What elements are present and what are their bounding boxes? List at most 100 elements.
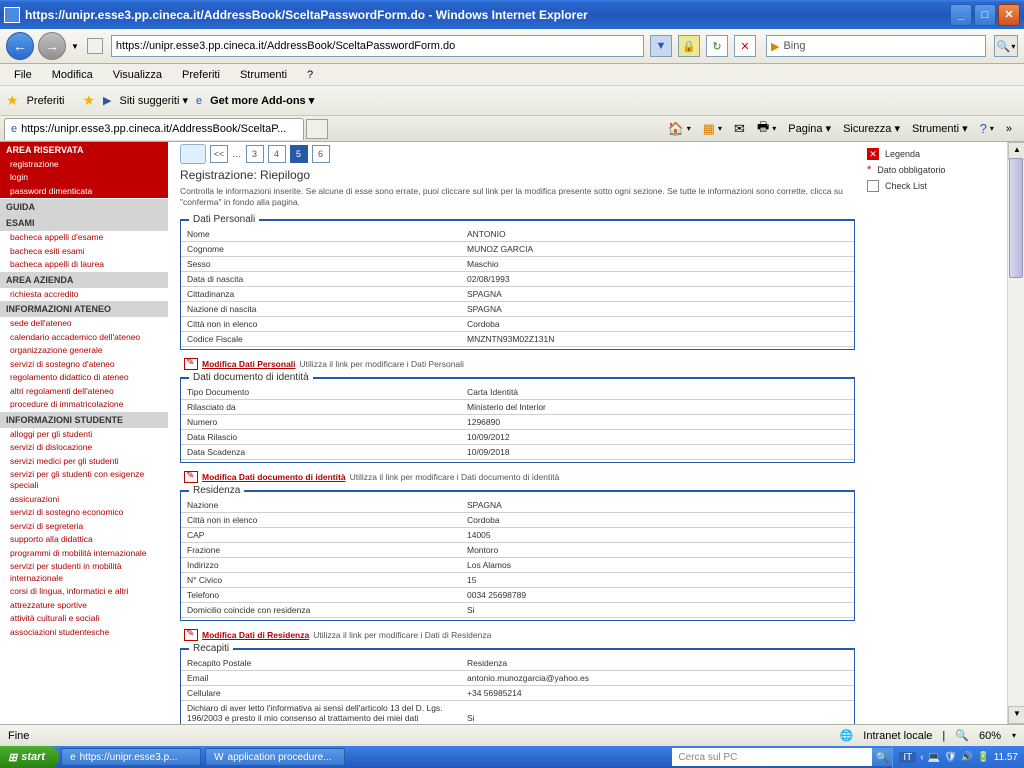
sidebar-item-organizzazione[interactable]: organizzazione generale xyxy=(0,344,168,357)
status-text: Fine xyxy=(8,730,29,742)
sidebar-item-registrazione[interactable]: registrazione xyxy=(0,158,168,171)
sidebar-item-richiesta[interactable]: richiesta accredito xyxy=(0,288,168,301)
browser-tab[interactable]: e https://unipr.esse3.pp.cineca.it/Addre… xyxy=(4,118,304,140)
sidebar-item-sede[interactable]: sede dell'ateneo xyxy=(0,317,168,330)
sidebar-item-bacheca-appelli[interactable]: bacheca appelli d'esame xyxy=(0,231,168,244)
help-button[interactable]: ?▾ xyxy=(980,121,994,136)
taskbar-item-ie[interactable]: ehttps://unipr.esse3.p... xyxy=(61,748,201,766)
link-modifica-personali[interactable]: Modifica Dati Personali xyxy=(202,359,296,369)
tray-arrow-icon[interactable]: ‹ xyxy=(920,752,923,763)
value-nazione-nascita: SPAGNA xyxy=(461,302,854,317)
nav-history-dropdown[interactable]: ▼ xyxy=(71,42,79,51)
overflow-button[interactable]: » xyxy=(1006,123,1012,135)
go-button[interactable]: ▼ xyxy=(650,35,672,57)
wizard-step-6[interactable]: 6 xyxy=(312,145,330,163)
sidebar-item-bacheca-esiti[interactable]: bacheca esiti esami xyxy=(0,245,168,258)
tray-network-icon[interactable]: 💻 xyxy=(928,752,940,763)
mail-button[interactable]: ✉ xyxy=(734,121,745,137)
sidebar-item-mobilita[interactable]: servizi per studenti in mobilità interna… xyxy=(0,560,168,585)
sidebar-head-guida[interactable]: GUIDA xyxy=(0,199,168,215)
menu-visualizza[interactable]: Visualizza xyxy=(103,67,172,83)
forward-button[interactable]: → xyxy=(38,32,66,60)
address-bar[interactable]: https://unipr.esse3.pp.cineca.it/Address… xyxy=(111,35,644,57)
get-addons-link[interactable]: Get more Add-ons ▾ xyxy=(210,94,314,107)
vertical-scrollbar[interactable] xyxy=(1007,142,1024,724)
sidebar-item-regolamento[interactable]: regolamento didattico di ateneo xyxy=(0,371,168,384)
label-sesso: Sesso xyxy=(181,257,461,272)
tray-volume-icon[interactable]: 🔊 xyxy=(961,752,973,763)
sidebar-head-info-ateneo[interactable]: INFORMAZIONI ATENEO xyxy=(0,301,168,317)
sidebar-item-password[interactable]: password dimenticata xyxy=(0,185,168,198)
wizard-step-3[interactable]: 3 xyxy=(246,145,264,163)
sidebar-item-sostegno[interactable]: servizi di sostegno d'ateneo xyxy=(0,358,168,371)
page-menu[interactable]: Pagina ▾ xyxy=(788,122,831,135)
link-modifica-documento[interactable]: Modifica Dati documento di identità xyxy=(202,472,346,482)
sidebar-item-bacheca-laurea[interactable]: bacheca appelli di laurea xyxy=(0,258,168,271)
link-modifica-residenza[interactable]: Modifica Dati di Residenza xyxy=(202,630,309,640)
sidebar-item-sportive[interactable]: attrezzature sportive xyxy=(0,599,168,612)
taskbar-search[interactable]: Cerca sul PC xyxy=(672,748,872,766)
maximize-button[interactable]: □ xyxy=(974,4,996,26)
tray-battery-icon[interactable]: 🔋 xyxy=(977,752,989,763)
sidebar-item-associazioni[interactable]: associazioni studentesche xyxy=(0,626,168,639)
legend-documento: Dati documento di identità xyxy=(189,372,313,383)
safety-menu[interactable]: Sicurezza ▾ xyxy=(843,122,900,135)
zoom-level[interactable]: 60% xyxy=(979,730,1001,742)
sidebar-item-login[interactable]: login xyxy=(0,171,168,184)
fieldset-residenza: Residenza NazioneSPAGNA Città non in ele… xyxy=(180,485,855,621)
wizard-step-prev[interactable]: << xyxy=(210,145,228,163)
home-button[interactable]: 🏠▾ xyxy=(668,121,691,137)
sidebar-head-esami[interactable]: ESAMI xyxy=(0,215,168,231)
sidebar-item-alloggi[interactable]: alloggi per gli studenti xyxy=(0,428,168,441)
taskbar-search-button[interactable]: 🔍 xyxy=(872,748,892,766)
sidebar-item-procedure[interactable]: procedure di immatricolazione xyxy=(0,398,168,411)
sidebar-head-area-azienda[interactable]: AREA AZIENDA xyxy=(0,272,168,288)
wizard-step-4[interactable]: 4 xyxy=(268,145,286,163)
menu-file[interactable]: File xyxy=(4,67,42,83)
feeds-button[interactable]: ▦▾ xyxy=(703,121,722,137)
hint-modifica-residenza: Utilizza il link per modificare i Dati d… xyxy=(313,630,491,640)
favorites-label[interactable]: Preferiti xyxy=(27,95,65,107)
siti-suggeriti-link[interactable]: Siti suggeriti ▾ xyxy=(120,94,189,107)
print-button[interactable]: 🖶▾ xyxy=(757,118,776,140)
sidebar-item-corsi[interactable]: corsi di lingua, informatici e altri xyxy=(0,585,168,598)
sidebar-item-assicurazioni[interactable]: assicurazioni xyxy=(0,493,168,506)
refresh-button[interactable]: ↻ xyxy=(706,35,728,57)
value-domicilio: Si xyxy=(461,603,854,618)
stop-button[interactable]: ✕ xyxy=(734,35,756,57)
back-button[interactable]: ← xyxy=(6,32,34,60)
taskbar-clock[interactable]: 11.57 xyxy=(994,752,1018,763)
taskbar-item-word[interactable]: Wapplication procedure... xyxy=(205,748,345,766)
menu-strumenti[interactable]: Strumenti xyxy=(230,67,297,83)
menu-modifica[interactable]: Modifica xyxy=(42,67,103,83)
menu-preferiti[interactable]: Preferiti xyxy=(172,67,230,83)
sidebar-item-programmi[interactable]: programmi di mobilità internazionale xyxy=(0,547,168,560)
sidebar-item-economico[interactable]: servizi di sostegno economico xyxy=(0,506,168,519)
sidebar-item-calendario[interactable]: calendario accademico dell'ateneo xyxy=(0,331,168,344)
fav-add-icon[interactable]: ★ xyxy=(82,92,95,109)
sidebar-item-segreteria[interactable]: servizi di segreteria xyxy=(0,520,168,533)
favorites-star-icon[interactable]: ★ xyxy=(6,92,19,109)
menu-help[interactable]: ? xyxy=(297,67,323,83)
sidebar-item-culturali[interactable]: attività culturali e sociali xyxy=(0,612,168,625)
zoom-icon[interactable]: 🔍 xyxy=(955,729,969,742)
search-box[interactable]: ▶ Bing xyxy=(766,35,986,57)
sidebar-item-altri[interactable]: altri regolamenti dell'ateneo xyxy=(0,385,168,398)
search-button[interactable]: 🔍▾ xyxy=(994,35,1018,57)
start-button[interactable]: ⊞start xyxy=(0,746,59,768)
tools-menu[interactable]: Strumenti ▾ xyxy=(912,122,968,135)
new-tab-button[interactable] xyxy=(306,119,328,139)
tray-shield-icon[interactable]: 🛡 xyxy=(944,752,957,763)
minimize-button[interactable]: _ xyxy=(950,4,972,26)
sidebar-item-esigenze[interactable]: servizi per gli studenti con esigenze sp… xyxy=(0,468,168,493)
sidebar-item-dislocazione[interactable]: servizi di dislocazione xyxy=(0,441,168,454)
sidebar-item-medici[interactable]: servizi medici per gli studenti xyxy=(0,455,168,468)
zoom-dropdown[interactable]: ▾ xyxy=(1012,731,1016,740)
close-button[interactable]: ✕ xyxy=(998,4,1020,26)
scrollbar-thumb[interactable] xyxy=(1009,158,1023,278)
legend-residenza: Residenza xyxy=(189,485,244,496)
language-indicator[interactable]: IT xyxy=(899,752,916,763)
ssl-lock-icon[interactable]: 🔒 xyxy=(678,35,700,57)
sidebar-head-info-studente[interactable]: INFORMAZIONI STUDENTE xyxy=(0,412,168,428)
sidebar-item-supporto[interactable]: supporto alla didattica xyxy=(0,533,168,546)
